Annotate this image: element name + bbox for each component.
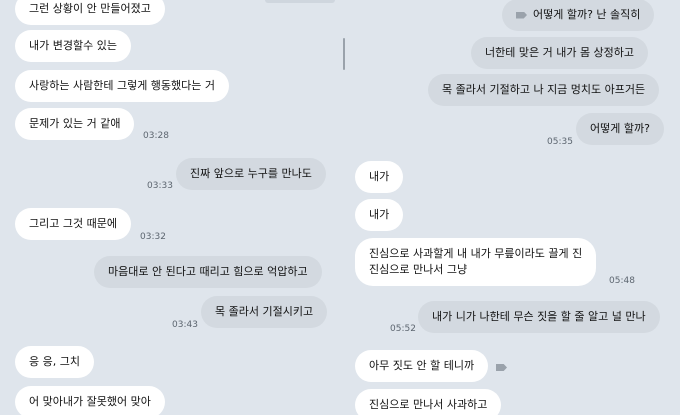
message-text: 어떻게 할까? 난 솔직히 [533, 8, 641, 21]
message-timestamp: 03:33 [147, 181, 173, 191]
message-timestamp: 03:32 [140, 232, 166, 242]
message-timestamp: 05:48 [609, 276, 635, 286]
outgoing-message: 진짜 앞으로 누구를 만나도 [176, 158, 326, 190]
outgoing-message: 너한테 맞은 거 내가 몸 상정하고 [471, 37, 649, 69]
incoming-message: 아무 짓도 안 할 테니까 [355, 350, 489, 382]
incoming-message: 문제가 있는 거 같애 [15, 108, 135, 140]
message-text: 아무 짓도 안 할 테니까 [369, 359, 475, 372]
right-chat-pane: 어떻게 할까? 난 솔직히 너한테 맞은 거 내가 몸 상정하고 목 졸라서 기… [345, 0, 680, 415]
left-chat-pane: 그런 상황이 안 만들어졌고 내가 변경할수 있는 사랑하는 사람한테 그렇게 … [0, 0, 345, 415]
incoming-message: 어 맞아내가 잘못했어 맞아 [15, 386, 165, 415]
message-line: 진심으로 만나서 그냥 [369, 263, 468, 276]
outgoing-message: 어떻게 할까? 난 솔직히 [502, 0, 655, 31]
tag-icon [516, 11, 527, 19]
incoming-message: 그리고 그것 때문에 [15, 208, 131, 240]
incoming-message: 진심으로 만나서 사과하고 [355, 389, 502, 415]
outgoing-message: 목 졸라서 기절시키고 [201, 296, 328, 328]
tag-icon [496, 364, 507, 371]
incoming-message: 응 응, 그치 [15, 346, 94, 378]
message-timestamp: 03:43 [172, 320, 198, 330]
incoming-message: 내가 변경할수 있는 [15, 30, 131, 62]
incoming-message: 그런 상황이 안 만들어졌고 [15, 0, 165, 25]
message-timestamp: 05:35 [547, 137, 573, 147]
outgoing-message: 어떻게 할까? [576, 113, 664, 145]
incoming-message: 진심으로 사과할게 내 내가 무릎이라도 끌게 진 진심으로 만나서 그냥 [355, 238, 597, 286]
outgoing-message: 내가 니가 나한테 무슨 짓을 할 줄 알고 널 만나 [418, 301, 660, 333]
incoming-message: 내가 [355, 161, 404, 193]
outgoing-message: 목 졸라서 기절하고 나 지금 멍치도 아프거든 [428, 74, 660, 106]
message-line: 진심으로 사과할게 내 내가 무릎이라도 끌게 진 [369, 247, 583, 260]
outgoing-bubble-edge [265, 0, 335, 3]
incoming-message: 사랑하는 사람한테 그렇게 행동했다는 거 [15, 70, 230, 102]
message-timestamp: 05:52 [390, 324, 416, 334]
message-timestamp: 03:28 [143, 131, 169, 141]
incoming-message: 내가 [355, 199, 404, 231]
outgoing-message: 마음대로 안 된다고 때리고 힘으로 억압하고 [94, 256, 322, 288]
